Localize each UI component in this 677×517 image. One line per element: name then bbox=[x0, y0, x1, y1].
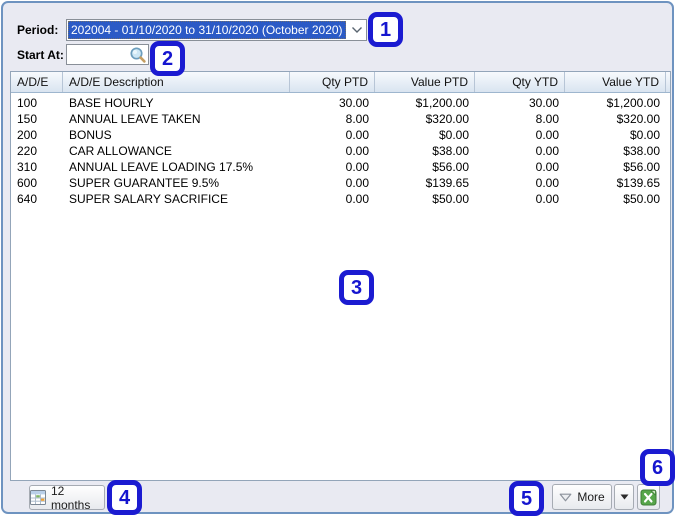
period-dropdown[interactable]: 202004 - 01/10/2020 to 31/10/2020 (Octob… bbox=[66, 19, 367, 41]
table-row[interactable]: 220CAR ALLOWANCE0.00$38.000.00$38.00 bbox=[11, 143, 670, 159]
table-cell: 310 bbox=[11, 160, 63, 174]
excel-export-icon bbox=[640, 489, 657, 506]
table-cell: 30.00 bbox=[290, 96, 375, 110]
search-icon[interactable] bbox=[129, 46, 147, 69]
period-label: Period: bbox=[17, 19, 58, 41]
column-header[interactable]: Qty YTD bbox=[475, 72, 565, 92]
twelve-months-label: 12 months bbox=[51, 484, 104, 512]
table-cell: BONUS bbox=[63, 128, 290, 142]
triangle-down-outline-icon bbox=[559, 493, 572, 502]
table-cell: $38.00 bbox=[565, 144, 666, 158]
table-cell: CAR ALLOWANCE bbox=[63, 144, 290, 158]
column-header[interactable]: Qty PTD bbox=[290, 72, 375, 92]
table-cell: $38.00 bbox=[375, 144, 475, 158]
table-cell: $56.00 bbox=[375, 160, 475, 174]
column-header[interactable]: Value PTD bbox=[375, 72, 475, 92]
period-selected-value: 202004 - 01/10/2020 to 31/10/2020 (Octob… bbox=[68, 21, 346, 39]
table-cell: 30.00 bbox=[475, 96, 565, 110]
column-header[interactable]: Value YTD bbox=[565, 72, 666, 92]
table-cell: $50.00 bbox=[565, 192, 666, 206]
callout-1: 1 bbox=[368, 12, 403, 47]
table-cell: 0.00 bbox=[475, 176, 565, 190]
table-cell: $139.65 bbox=[565, 176, 666, 190]
table-cell: $0.00 bbox=[375, 128, 475, 142]
table-cell: ANNUAL LEAVE LOADING 17.5% bbox=[63, 160, 290, 174]
more-button[interactable]: More bbox=[552, 484, 612, 510]
ade-summary-panel: Period: 202004 - 01/10/2020 to 31/10/202… bbox=[1, 1, 674, 514]
table-cell: $50.00 bbox=[375, 192, 475, 206]
table-cell: 600 bbox=[11, 176, 63, 190]
column-header-filler bbox=[666, 72, 670, 92]
table-cell: 0.00 bbox=[290, 144, 375, 158]
chevron-down-icon[interactable] bbox=[347, 20, 366, 40]
table-row[interactable]: 600SUPER GUARANTEE 9.5%0.00$139.650.00$1… bbox=[11, 175, 670, 191]
table-cell: 0.00 bbox=[475, 192, 565, 206]
table-cell: 0.00 bbox=[290, 128, 375, 142]
start-at-label: Start At: bbox=[17, 44, 64, 66]
table-cell: $1,200.00 bbox=[375, 96, 475, 110]
table-cell: 0.00 bbox=[290, 192, 375, 206]
triangle-down-filled-icon bbox=[620, 494, 629, 500]
twelve-months-button[interactable]: 12 months bbox=[29, 485, 105, 510]
export-to-excel-button[interactable] bbox=[637, 484, 660, 510]
table-cell: 150 bbox=[11, 112, 63, 126]
table-header: A/D/EA/D/E DescriptionQty PTDValue PTDQt… bbox=[11, 72, 670, 93]
callout-6: 6 bbox=[640, 449, 675, 486]
table-cell: $56.00 bbox=[565, 160, 666, 174]
table-cell: 0.00 bbox=[290, 176, 375, 190]
table-cell: 220 bbox=[11, 144, 63, 158]
table-cell: 100 bbox=[11, 96, 63, 110]
table-cell: $0.00 bbox=[565, 128, 666, 142]
callout-4: 4 bbox=[107, 480, 142, 515]
table-cell: $1,200.00 bbox=[565, 96, 666, 110]
table-cell: $320.00 bbox=[375, 112, 475, 126]
table-cell: 0.00 bbox=[290, 160, 375, 174]
table-row[interactable]: 150ANNUAL LEAVE TAKEN8.00$320.008.00$320… bbox=[11, 111, 670, 127]
table-cell: 0.00 bbox=[475, 128, 565, 142]
table-row[interactable]: 640SUPER SALARY SACRIFICE0.00$50.000.00$… bbox=[11, 191, 670, 207]
table-row[interactable]: 310ANNUAL LEAVE LOADING 17.5%0.00$56.000… bbox=[11, 159, 670, 175]
table-cell: 640 bbox=[11, 192, 63, 206]
table-cell: 0.00 bbox=[475, 160, 565, 174]
table-cell: 8.00 bbox=[290, 112, 375, 126]
table-cell: SUPER SALARY SACRIFICE bbox=[63, 192, 290, 206]
more-label: More bbox=[577, 490, 604, 504]
table-cell: SUPER GUARANTEE 9.5% bbox=[63, 176, 290, 190]
table-cell: $139.65 bbox=[375, 176, 475, 190]
table-cell: 200 bbox=[11, 128, 63, 142]
table-cell: 0.00 bbox=[475, 144, 565, 158]
more-dropdown-button[interactable] bbox=[614, 484, 634, 510]
table-cell: BASE HOURLY bbox=[63, 96, 290, 110]
callout-3: 3 bbox=[339, 270, 374, 305]
table-row[interactable]: 100BASE HOURLY30.00$1,200.0030.00$1,200.… bbox=[11, 95, 670, 111]
callout-5: 5 bbox=[509, 481, 544, 516]
table-cell: ANNUAL LEAVE TAKEN bbox=[63, 112, 290, 126]
table-cell: 8.00 bbox=[475, 112, 565, 126]
callout-2: 2 bbox=[150, 41, 185, 76]
table-cell: $320.00 bbox=[565, 112, 666, 126]
column-header[interactable]: A/D/E bbox=[11, 72, 63, 92]
ade-table-body: 100BASE HOURLY30.00$1,200.0030.00$1,200.… bbox=[11, 93, 670, 207]
table-row[interactable]: 200BONUS0.00$0.000.00$0.00 bbox=[11, 127, 670, 143]
calendar-icon bbox=[30, 490, 46, 505]
